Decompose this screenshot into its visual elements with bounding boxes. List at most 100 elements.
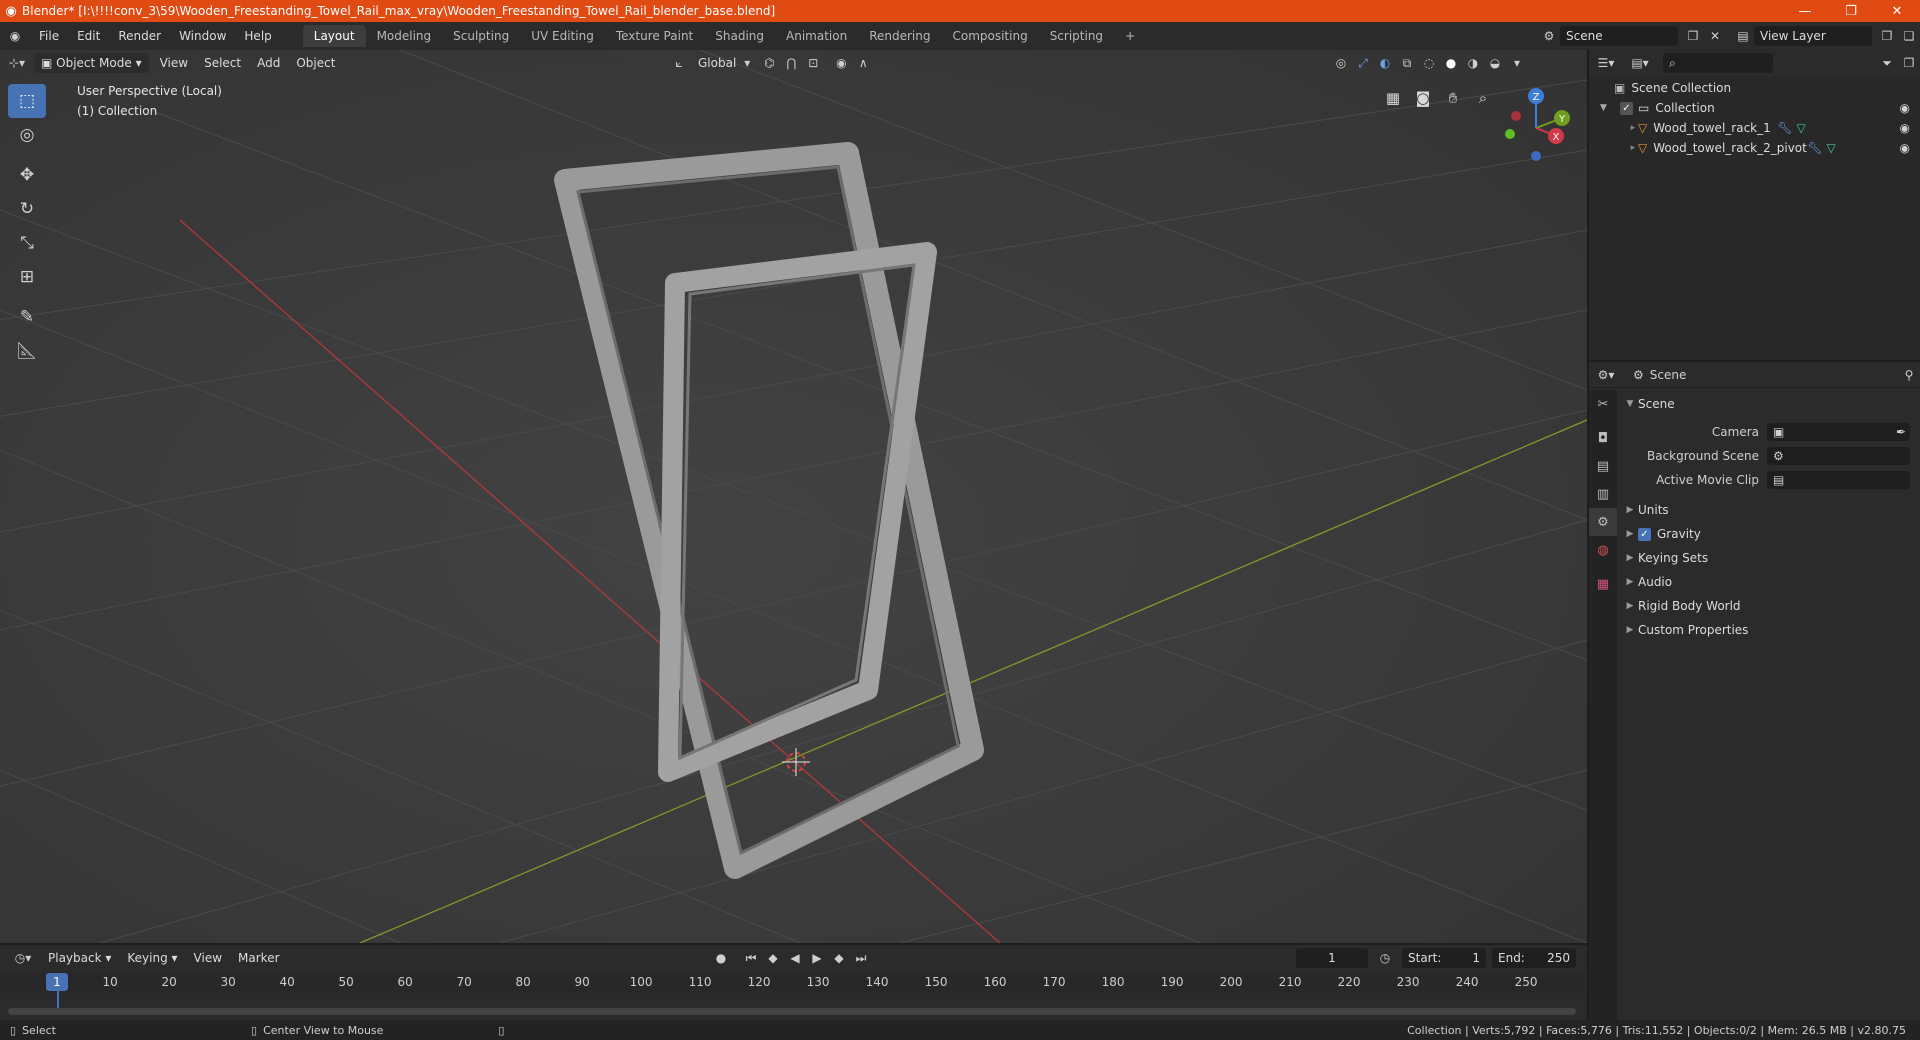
scale-tool-icon[interactable]: ⤡	[8, 226, 46, 260]
pin-icon[interactable]: ⚲	[1898, 365, 1920, 385]
measure-tool-icon[interactable]: 📐︎	[8, 334, 46, 368]
tab-rendering[interactable]: Rendering	[858, 25, 941, 47]
delete-scene-icon[interactable]: ✕	[1704, 26, 1726, 46]
outliner-object-row[interactable]: ▸ ▽ Wood_towel_rack_1 🔧︎ ▽ ◉	[1600, 118, 1916, 138]
snap-target-icon[interactable]: ⊡	[802, 53, 824, 73]
outliner-search-input[interactable]: ⌕	[1663, 53, 1773, 73]
shading-options-icon[interactable]: ▾	[1506, 53, 1528, 73]
tab-compositing[interactable]: Compositing	[941, 25, 1038, 47]
snap-icon[interactable]: ⋂	[780, 53, 802, 73]
outliner-object-row[interactable]: ▸ ▽ Wood_towel_rack_2_pivot 🔧︎ ▽ ◉	[1600, 138, 1916, 158]
menu-help[interactable]: Help	[235, 29, 280, 43]
menu-edit[interactable]: Edit	[68, 29, 109, 43]
cursor-tool-icon[interactable]: ◎	[8, 118, 46, 152]
blender-menu-icon[interactable]: ◉	[0, 26, 30, 46]
jump-end-icon[interactable]: ⏭	[850, 948, 872, 968]
new-scene-icon[interactable]: ❐	[1682, 26, 1704, 46]
visibility-selectability-icon[interactable]: ◎	[1330, 53, 1352, 73]
play-icon[interactable]: ▶	[806, 948, 828, 968]
custom-properties-panel[interactable]: ▶ Custom Properties	[1622, 618, 1916, 642]
output-tab-icon[interactable]: ▤	[1589, 452, 1617, 480]
units-panel[interactable]: ▶ Units	[1622, 498, 1916, 522]
minimize-button[interactable]: —	[1782, 4, 1828, 19]
maximize-button[interactable]: ❐	[1828, 4, 1874, 19]
proportional-editing-icon[interactable]: ◉	[830, 53, 852, 73]
gizmo-neg-z[interactable]	[1531, 151, 1541, 161]
proportional-falloff-icon[interactable]: ∧	[852, 53, 874, 73]
viewport-menu-view[interactable]: View	[152, 56, 196, 70]
zoom-view-icon[interactable]: ⌕	[1470, 85, 1496, 111]
timeline-menu-keying[interactable]: Keying ▾	[119, 951, 185, 965]
end-frame-field[interactable]: End: 250	[1492, 948, 1576, 968]
menu-file[interactable]: File	[30, 29, 68, 43]
mesh-data-icon[interactable]: ▽	[1826, 141, 1835, 155]
tab-texture-paint[interactable]: Texture Paint	[605, 25, 704, 47]
eye-icon[interactable]: ◉	[1900, 121, 1910, 135]
scene-collection-row[interactable]: ▣ Scene Collection	[1600, 78, 1916, 98]
timeline-menu-view[interactable]: View	[186, 951, 230, 965]
render-tab-icon[interactable]: ◘	[1589, 424, 1617, 452]
xray-toggle-icon[interactable]: ⧉	[1396, 53, 1418, 73]
eye-icon[interactable]: ◉	[1900, 141, 1910, 155]
rendered-shading-icon[interactable]: ◒	[1484, 53, 1506, 73]
record-icon[interactable]: ●	[710, 948, 732, 968]
timeline-editor-type-icon[interactable]: ◷▾	[6, 948, 40, 968]
modifier-wrench-icon[interactable]: 🔧︎	[1807, 141, 1822, 155]
timeline-scrollbar[interactable]	[8, 1008, 1576, 1015]
gravity-panel[interactable]: ▶ ✓ Gravity	[1622, 522, 1916, 546]
background-scene-field[interactable]: ⚙	[1767, 447, 1910, 465]
editor-type-icon[interactable]: ⊹▾	[0, 53, 34, 73]
view-layer-icon[interactable]: ▤	[1732, 26, 1754, 46]
tab-layout[interactable]: Layout	[302, 25, 366, 47]
toggle-view-grid-icon[interactable]: ▦	[1380, 85, 1406, 111]
eyedropper-icon[interactable]: ✒	[1896, 425, 1906, 439]
viewport-menu-select[interactable]: Select	[196, 56, 249, 70]
pan-view-hand-icon[interactable]: ✋︎	[1440, 85, 1466, 111]
transform-tool-icon[interactable]: ⊞	[8, 260, 46, 294]
active-movie-clip-field[interactable]: ▤	[1767, 471, 1910, 489]
tab-modeling[interactable]: Modeling	[366, 25, 443, 47]
jump-start-icon[interactable]: ⏮	[740, 948, 762, 968]
scene-panel-header[interactable]: ▼ Scene	[1622, 392, 1916, 416]
collection-row[interactable]: ▼ ✓ ▭ Collection ◉	[1600, 98, 1916, 118]
gravity-checkbox[interactable]: ✓	[1638, 527, 1651, 541]
modifier-wrench-icon[interactable]: 🔧︎	[1777, 121, 1792, 135]
menu-window[interactable]: Window	[170, 29, 235, 43]
viewport-menu-add[interactable]: Add	[249, 56, 288, 70]
display-mode-icon[interactable]: ▤▾	[1623, 53, 1657, 73]
timeline-menu-marker[interactable]: Marker	[230, 951, 287, 965]
scene-selector-icon[interactable]: ⚙	[1538, 26, 1560, 46]
play-reverse-icon[interactable]: ◀	[784, 948, 806, 968]
expand-arrow-icon[interactable]: ▼	[1600, 103, 1620, 113]
collection-checkbox[interactable]: ✓	[1620, 101, 1633, 115]
tool-tab-icon[interactable]: ✂	[1589, 390, 1617, 418]
navigation-gizmo[interactable]: Z Y X	[1494, 84, 1578, 168]
rotate-tool-icon[interactable]: ↻	[8, 192, 46, 226]
3d-viewport[interactable]	[0, 50, 1587, 943]
scene-field[interactable]: Scene	[1560, 26, 1678, 46]
jump-keyframe-forward-icon[interactable]: ◆	[828, 948, 850, 968]
expand-arrow-icon[interactable]: ▸	[1600, 143, 1638, 153]
overlay-toggle-icon[interactable]: ◐	[1374, 53, 1396, 73]
expand-arrow-icon[interactable]: ▸	[1600, 123, 1638, 133]
move-tool-icon[interactable]: ✥	[8, 158, 46, 192]
mode-selector[interactable]: ▣ Object Mode ▾	[34, 53, 149, 73]
add-workspace-button[interactable]: +	[1114, 25, 1146, 47]
preview-range-clock-icon[interactable]: ◷	[1374, 948, 1396, 968]
rigid-body-world-panel[interactable]: ▶ Rigid Body World	[1622, 594, 1916, 618]
tab-animation[interactable]: Animation	[775, 25, 858, 47]
view-layer-field[interactable]: View Layer	[1754, 26, 1872, 46]
mesh-data-icon[interactable]: ▽	[1796, 121, 1805, 135]
jump-keyframe-back-icon[interactable]: ◆	[762, 948, 784, 968]
menu-render[interactable]: Render	[109, 29, 170, 43]
view-layer-tab-icon[interactable]: ▥	[1589, 480, 1617, 508]
timeline-menu-playback[interactable]: Playback ▾	[40, 951, 119, 965]
outliner-editor-type-icon[interactable]: ☰▾	[1589, 53, 1623, 73]
annotate-tool-icon[interactable]: ✎	[8, 300, 46, 334]
playhead-frame-indicator[interactable]: 1	[46, 973, 68, 991]
gizmo-toggle-icon[interactable]: ⤢	[1352, 53, 1374, 73]
transform-orientation-selector[interactable]: Global	[690, 56, 744, 70]
solid-shading-icon[interactable]: ●	[1440, 53, 1462, 73]
viewport-menu-object[interactable]: Object	[288, 56, 343, 70]
gizmo-neg-x[interactable]	[1511, 111, 1521, 121]
